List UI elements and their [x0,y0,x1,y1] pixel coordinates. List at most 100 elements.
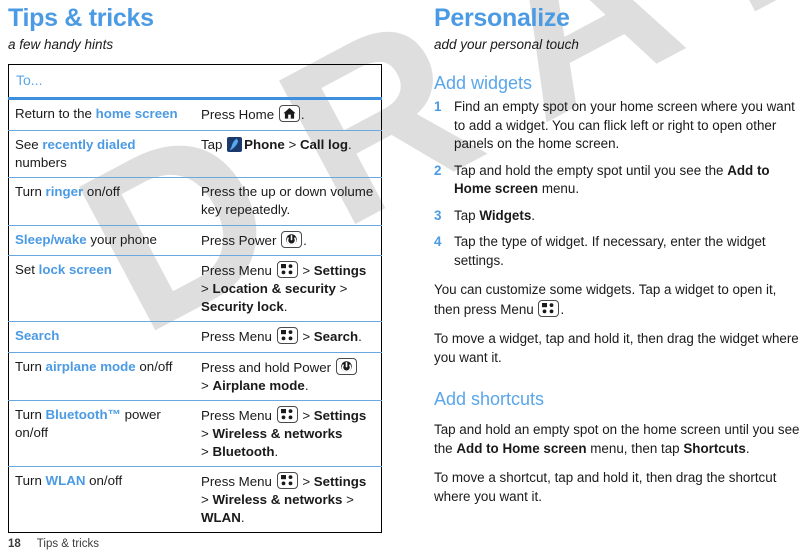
table-header-row: To... [8,64,382,101]
table-row: Set lock screen Press Menu > Settings > Lo… [8,255,382,322]
action-cell: Press Menu > Search. [195,321,382,353]
action-line: Press Menu > Search. [201,327,362,345]
action-line: > Airplane mode. [201,377,309,393]
action-line: > Wireless & networks [201,426,343,442]
body-paragraph: To move a widget, tap and hold it, then … [434,331,799,365]
emphasis-text: Wireless & networks [212,492,343,508]
footer-page-number: 18 [8,538,21,550]
step-item: 4 Tap the type of widget. If necessary, e… [434,234,766,268]
menu-key-icon [276,261,298,279]
action-cell: Press Menu > Settings > Location & securi… [195,255,382,322]
step-list: 1 Find an empty spot on your home screen … [434,98,802,270]
emphasis-text: Phone [244,136,285,152]
task-cell: Turn WLAN on/off [8,466,195,533]
task-cell: Set lock screen [8,255,195,322]
emphasis-text: Airplane mode [212,377,305,393]
menu-key-icon [276,327,298,345]
table-row: Turn WLAN on/off Press Menu > Settings > W… [8,466,382,533]
task-cell: Search [8,321,195,353]
action-line: > Location & security > Security lock. [201,281,348,314]
action-line: Press Menu > Settings [201,406,367,424]
action-line: > Bluetooth. [201,443,279,459]
emphasis-text: Settings [313,263,367,279]
task-cell: Return to the home screen [15,106,178,122]
task-keyword: ringer [45,184,84,200]
task-keyword: recently dialed [42,136,136,152]
section-heading: Add shortcuts [434,389,545,410]
personalize-sections: Add widgets 1 Find an empty spot on your h… [434,73,802,506]
action-line: Press Menu > Settings [201,261,367,279]
emphasis-text: Bluetooth [212,443,275,459]
step-item: 2 Tap and hold the empty spot until you s… [434,162,770,197]
emphasis-text: WLAN [201,509,241,525]
page-subtitle-tips: a few handy hints [8,36,114,52]
emphasis-text: Search [313,329,359,345]
emphasis-text: Wireless & networks [212,426,343,442]
page-footer: 18 Tips & tricks [8,538,99,550]
page-title-tips: Tips & tricks [8,4,154,32]
action-line: > Wireless & networks > WLAN. [201,492,354,525]
action-cell: Tap Phone > Call log. [195,129,382,178]
task-keyword: lock screen [38,262,112,278]
task-cell: See recently dialed numbers [8,129,195,178]
action-cell: Press Menu > Settings > Wireless & networ… [195,466,382,533]
table-row: Search Press Menu > Search. [8,321,382,353]
power-key-icon [281,230,303,248]
right-column: Personalize add your personal touch Add … [434,0,802,506]
action-line: Press and hold Power [201,358,375,377]
phone-app-icon [227,136,243,152]
emphasis-text: Call log [299,136,348,152]
emphasis-text: Security lock [201,298,284,314]
step-number: 2 [434,162,442,178]
action-line: Press Power . [201,230,307,248]
menu-key-icon [276,406,298,424]
emphasis-text: Widgets [479,207,532,223]
manual-page: Tips & tricks a few handy hints To... Re… [0,0,811,558]
page-title-personalize: Personalize [434,4,570,32]
emphasis-text: Add to Home screen [456,440,587,456]
action-cell: Press and hold Power > Airplane mode. [195,352,382,401]
emphasis-text: Settings [313,474,367,490]
body-paragraph: To move a shortcut, tap and hold it, the… [434,470,777,504]
task-keyword: airplane mode [45,359,136,375]
home-key-icon [278,105,300,123]
step-number: 3 [434,207,442,223]
table-row: Turn ringer on/off Press the up or down v… [8,177,382,226]
task-cell: Turn airplane mode on/off [8,352,195,401]
task-cell: Turn ringer on/off [8,177,195,226]
content-section: Add shortcuts Tap and hold an empty spot … [434,389,802,506]
task-keyword: WLAN [45,473,86,489]
step-item: 3 Tap Widgets. [434,207,802,226]
section-heading: Add widgets [434,72,533,93]
table-row: Return to the home screen Press Home . [9,99,382,131]
menu-key-icon [276,472,298,490]
task-keyword: home screen [95,106,178,122]
tips-table: To... Return to the home screen Press Hom… [8,63,382,534]
task-keyword: Search [15,328,60,344]
emphasis-text: Settings [313,408,367,424]
column-header-to: To... [8,64,382,101]
body-paragraph: Tap and hold an empty spot on the home s… [434,422,800,456]
emphasis-text: Shortcuts [683,440,746,456]
table-row: See recently dialed numbers Tap Phone > C… [8,129,382,178]
table-row: Turn Bluetooth™ power on/off Press Menu >… [8,400,382,467]
task-keyword: Bluetooth™ [45,407,121,423]
action-line: Press the up or down volume key repeated… [201,184,374,217]
emphasis-text: Location & security [212,281,336,296]
body-paragraph: You can customize some widgets. Tap a wi… [434,282,777,317]
tips-table-body: Return to the home screen Press Home . See… [8,99,382,533]
tips-table-head: To... [8,64,382,101]
step-number: 1 [434,99,442,115]
table-row: Sleep/wake your phone Press Power . [8,224,382,256]
menu-key-icon [538,299,560,317]
content-section: Add widgets 1 Find an empty spot on your h… [434,73,802,368]
action-line: Press Home . [201,105,305,123]
task-cell: Turn Bluetooth™ power on/off [8,400,195,467]
action-cell: Press Menu > Settings > Wireless & networ… [195,400,382,467]
action-line: Tap Phone > Call log. [201,136,352,152]
left-column: Tips & tricks a few handy hints To... Re… [8,0,384,534]
emphasis-text: Add to Home screen [454,162,770,197]
step-item: 1 Find an empty spot on your home screen … [434,99,795,152]
action-cell: Press the up or down volume key repeated… [195,177,382,226]
task-keyword: Sleep/wake [15,231,87,247]
